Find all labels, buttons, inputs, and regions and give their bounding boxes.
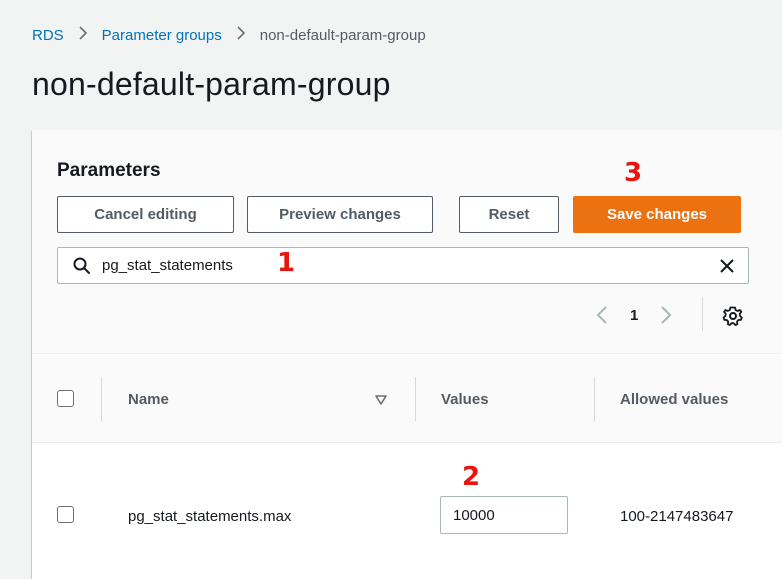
chevron-right-icon[interactable]: [656, 304, 676, 326]
divider: [702, 297, 703, 331]
parameter-value-input[interactable]: 10000: [440, 496, 568, 534]
annotation-1: 1: [277, 248, 296, 278]
breadcrumb: RDS Parameter groups non-default-param-g…: [32, 26, 426, 44]
search-icon: [72, 256, 92, 276]
column-header-values[interactable]: Values: [441, 391, 489, 408]
breadcrumb-separator: [236, 26, 246, 44]
column-header-name[interactable]: Name: [128, 391, 169, 408]
column-header-allowed-values[interactable]: Allowed values: [620, 391, 728, 408]
search-input[interactable]: pg_stat_statements: [57, 247, 749, 284]
preview-changes-button[interactable]: Preview changes: [247, 196, 433, 233]
save-changes-button[interactable]: Save changes: [573, 196, 741, 233]
page-title: non-default-param-group: [32, 66, 391, 102]
pagination: 1: [592, 302, 676, 328]
reset-button[interactable]: Reset: [459, 196, 559, 233]
search-value: pg_stat_statements: [102, 257, 233, 274]
parameters-heading: Parameters: [57, 160, 161, 181]
page-number[interactable]: 1: [630, 307, 638, 324]
row-checkbox[interactable]: [57, 506, 74, 523]
breadcrumb-rds-link[interactable]: RDS: [32, 27, 64, 44]
breadcrumb-parameter-groups-link[interactable]: Parameter groups: [102, 27, 222, 44]
chevron-left-icon[interactable]: [592, 304, 612, 326]
sort-down-icon[interactable]: [374, 393, 388, 407]
allowed-values: 100-2147483647: [620, 508, 734, 525]
breadcrumb-current: non-default-param-group: [259, 26, 426, 44]
cancel-editing-button[interactable]: Cancel editing: [57, 196, 234, 233]
column-separator: [101, 377, 102, 421]
parameter-name: pg_stat_statements.max: [128, 508, 292, 525]
clear-icon[interactable]: [716, 255, 738, 277]
gear-icon[interactable]: [722, 305, 744, 327]
annotation-3: 3: [624, 158, 643, 188]
column-separator: [415, 377, 416, 421]
annotation-2: 2: [462, 462, 481, 492]
select-all-checkbox[interactable]: [57, 390, 74, 407]
column-separator: [594, 377, 595, 421]
breadcrumb-separator: [78, 26, 88, 44]
